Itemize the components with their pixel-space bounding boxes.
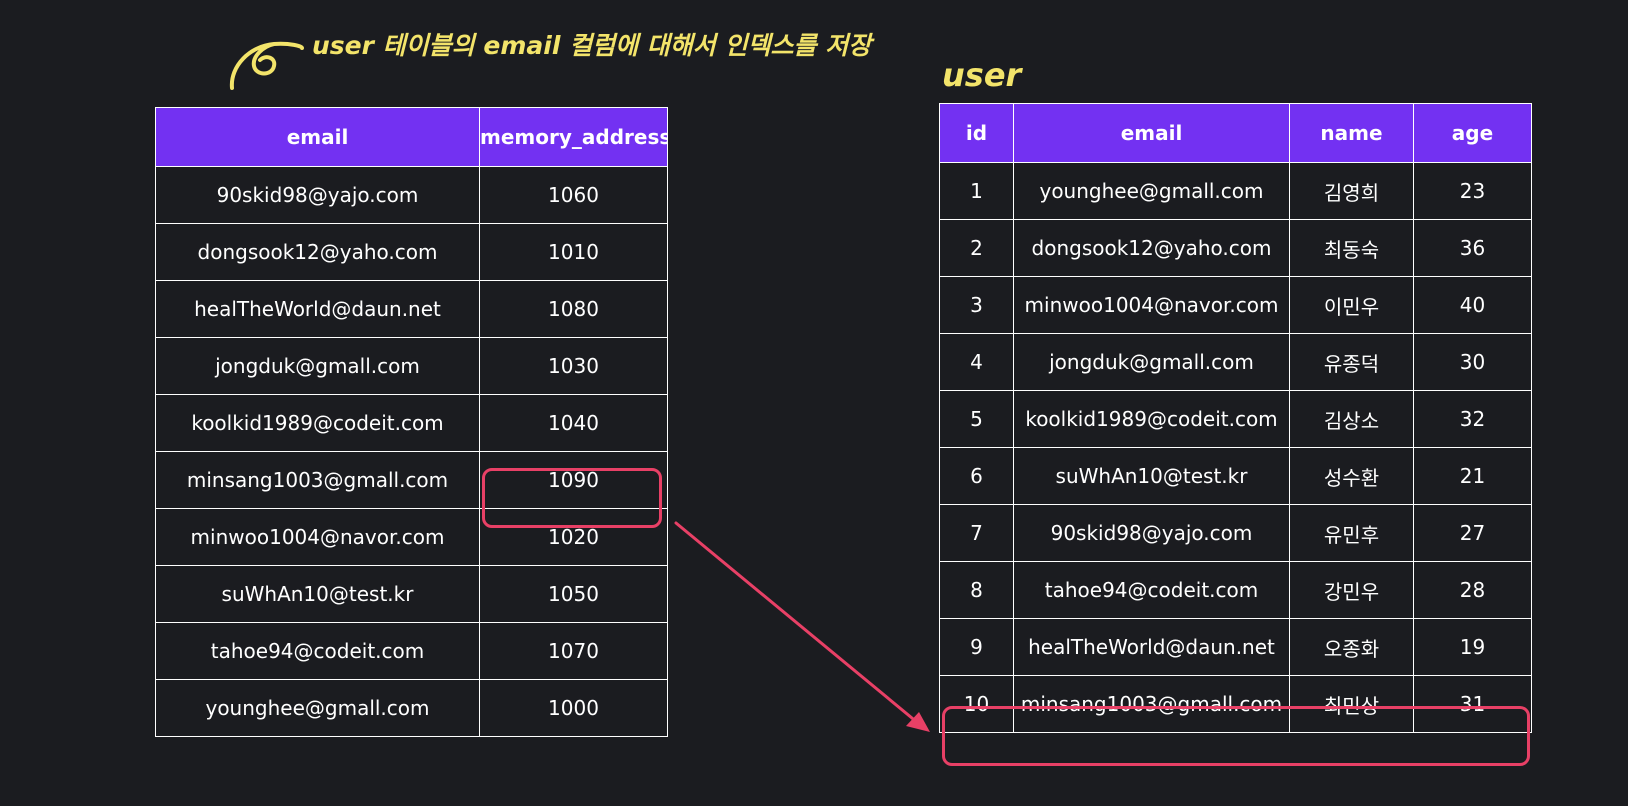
pointer-arrow bbox=[674, 521, 930, 732]
